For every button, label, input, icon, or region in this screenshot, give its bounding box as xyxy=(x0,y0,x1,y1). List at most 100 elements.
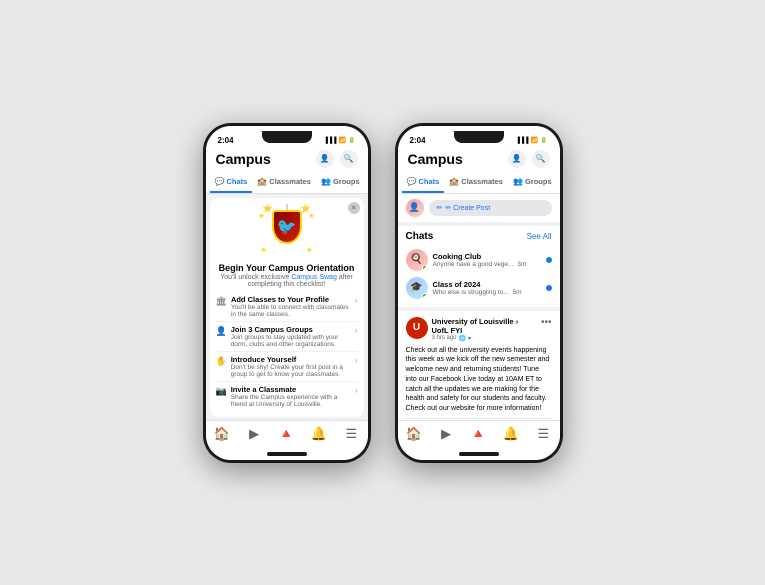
tab-classmates-1[interactable]: 🏫 Classmates xyxy=(252,172,316,193)
post-author-name: University of Louisville › UofL FYI xyxy=(432,317,537,335)
chats-header: Chats See All xyxy=(406,231,552,242)
online-indicator-2 xyxy=(422,293,428,299)
battery-icon-2: 🔋 xyxy=(540,137,547,144)
checklist-title-3: Introduce Yourself xyxy=(231,355,351,364)
star-icon: ★ xyxy=(259,212,265,220)
create-post-icon: ✏ xyxy=(437,204,443,212)
checklist-text-3: Introduce Yourself Don't be shy! Create … xyxy=(231,355,351,378)
chat-item-2[interactable]: 🎓 Class of 2024 Who else is struggling t… xyxy=(406,274,552,302)
tab-chats-2[interactable]: 💬 Chats xyxy=(402,172,445,193)
checklist-desc-4: Share the Campus experience with a frien… xyxy=(231,394,351,408)
invite-icon: 📷 xyxy=(216,386,227,397)
see-all-button[interactable]: See All xyxy=(527,232,552,241)
mascot-area: ⭐ ⭐ ★ ★ ★ ★ 🐦 xyxy=(216,204,358,259)
checklist-item-2[interactable]: 👤 Join 3 Campus Groups Join groups to st… xyxy=(216,322,358,352)
chat-avatar-2: 🎓 xyxy=(406,277,428,299)
checklist-text-4: Invite a Classmate Share the Campus expe… xyxy=(231,385,351,408)
arrow-icon-2: › xyxy=(355,326,358,335)
phone-1: 2:04 ▐▐▐ 📶 🔋 Campus 👤 🔍 💬 Chats 🏫 C xyxy=(203,123,371,463)
header-icons-2: 👤 🔍 xyxy=(508,150,550,168)
unread-badge-2 xyxy=(546,285,552,291)
introduce-icon: ✋ xyxy=(216,356,227,367)
checklist-desc-3: Don't be shy! Create your first post in … xyxy=(231,364,351,378)
campus-swag-link[interactable]: Campus Swag xyxy=(291,274,337,281)
chat-info-1: Cooking Club Anyone have a good vege... … xyxy=(433,252,541,268)
chat-tab-icon: 💬 xyxy=(215,177,225,186)
tab-chats-label-1: Chats xyxy=(226,177,247,186)
checklist-item-4[interactable]: 📷 Invite a Classmate Share the Campus ex… xyxy=(216,382,358,411)
classes-icon: 🏛 xyxy=(216,296,227,307)
nav-home-2[interactable]: 🏠 xyxy=(398,426,430,442)
chat-item-1[interactable]: 🍳 Cooking Club Anyone have a good vege..… xyxy=(406,246,552,274)
checklist-title-1: Add Classes to Your Profile xyxy=(231,295,351,304)
search-icon-2[interactable]: 🔍 xyxy=(532,150,550,168)
nav-menu-1[interactable]: ☰ xyxy=(335,426,367,442)
status-time-2: 2:04 xyxy=(410,136,426,145)
subtitle-pre: You'll unlock exclusive xyxy=(220,274,291,281)
classmates-tab-icon: 🏫 xyxy=(257,177,267,186)
tab-classmates-2[interactable]: 🏫 Classmates xyxy=(444,172,508,193)
checklist-title-2: Join 3 Campus Groups xyxy=(231,325,351,334)
tab-groups-label-1: Groups xyxy=(333,177,360,186)
nav-campus-2[interactable]: 🔺 xyxy=(462,426,494,442)
tab-groups-label-2: Groups xyxy=(525,177,552,186)
nav-home-1[interactable]: 🏠 xyxy=(206,426,238,442)
globe-icon: 🌐 xyxy=(459,335,466,342)
home-indicator-2 xyxy=(459,452,499,456)
header-1: Campus 👤 🔍 xyxy=(206,148,368,172)
groups-icon: 👤 xyxy=(216,326,227,337)
star-icon: ★ xyxy=(306,246,312,254)
content-1: ✕ ⭐ ⭐ ★ ★ ★ ★ 🐦 xyxy=(206,194,368,420)
nav-video-2[interactable]: ▶ xyxy=(430,426,462,442)
arrow-icon-3: › xyxy=(355,356,358,365)
home-indicator-wrap-2 xyxy=(398,450,560,460)
post-header: U University of Louisville › UofL FYI 3 … xyxy=(406,317,552,342)
orientation-title: Begin Your Campus Orientation xyxy=(216,263,358,273)
nav-notif-1[interactable]: 🔔 xyxy=(303,426,335,442)
phone-notch-2 xyxy=(454,131,504,143)
wifi-icon-2: 📶 xyxy=(531,137,538,144)
profile-icon-2[interactable]: 👤 xyxy=(508,150,526,168)
checklist-text-2: Join 3 Campus Groups Join groups to stay… xyxy=(231,325,351,348)
unread-badge-1 xyxy=(546,257,552,263)
bottom-nav-2: 🏠 ▶ 🔺 🔔 ☰ xyxy=(398,420,560,450)
tab-groups-2[interactable]: 👥 Groups xyxy=(508,172,557,193)
create-post-button[interactable]: ✏ ✏ Create Post xyxy=(429,200,552,216)
checklist-desc-1: You'll be able to connect with classmate… xyxy=(231,304,351,318)
checklist-item-1[interactable]: 🏛 Add Classes to Your Profile You'll be … xyxy=(216,292,358,322)
nav-notif-2[interactable]: 🔔 xyxy=(495,426,527,442)
chat-name-2: Class of 2024 xyxy=(433,280,541,289)
status-time-1: 2:04 xyxy=(218,136,234,145)
checklist-item-3[interactable]: ✋ Introduce Yourself Don't be shy! Creat… xyxy=(216,352,358,382)
user-avatar: 👤 xyxy=(406,199,424,217)
nav-menu-2[interactable]: ☰ xyxy=(527,426,559,442)
chat-msg-1: Anyone have a good vege... 3m xyxy=(433,261,541,268)
post-card: U University of Louisville › UofL FYI 3 … xyxy=(398,311,560,420)
post-options-button[interactable]: ••• xyxy=(541,317,552,328)
nav-video-1[interactable]: ▶ xyxy=(238,426,270,442)
chat-info-2: Class of 2024 Who else is struggling to.… xyxy=(433,280,541,296)
post-author-avatar: U xyxy=(406,317,428,339)
tab-groups-1[interactable]: 👥 Groups xyxy=(316,172,365,193)
page-title-2: Campus xyxy=(408,151,463,167)
close-button[interactable]: ✕ xyxy=(348,202,360,214)
home-indicator-1 xyxy=(267,452,307,456)
nav-campus-1[interactable]: 🔺 xyxy=(270,426,302,442)
chat-msg-2: Who else is struggling to... 5m xyxy=(433,289,541,296)
chat-tab-icon-2: 💬 xyxy=(407,177,417,186)
wifi-icon: 📶 xyxy=(339,137,346,144)
search-icon[interactable]: 🔍 xyxy=(340,150,358,168)
orientation-card: ✕ ⭐ ⭐ ★ ★ ★ ★ 🐦 xyxy=(210,198,364,417)
status-icons-1: ▐▐▐ 📶 🔋 xyxy=(324,137,356,144)
checklist-desc-2: Join groups to stay updated with your do… xyxy=(231,334,351,348)
profile-icon[interactable]: 👤 xyxy=(316,150,334,168)
ray xyxy=(286,204,287,210)
phone-2: 2:04 ▐▐▐ 📶 🔋 Campus 👤 🔍 💬 Chats 🏫 C xyxy=(395,123,563,463)
page-title-1: Campus xyxy=(216,151,271,167)
tab-classmates-label-1: Classmates xyxy=(269,177,311,186)
classmates-tab-icon-2: 🏫 xyxy=(449,177,459,186)
mascot-shield: 🐦 xyxy=(272,210,302,244)
tab-chats-1[interactable]: 💬 Chats xyxy=(210,172,253,193)
signal-icon-2: ▐▐▐ xyxy=(516,138,529,144)
tab-chats-label-2: Chats xyxy=(418,177,439,186)
